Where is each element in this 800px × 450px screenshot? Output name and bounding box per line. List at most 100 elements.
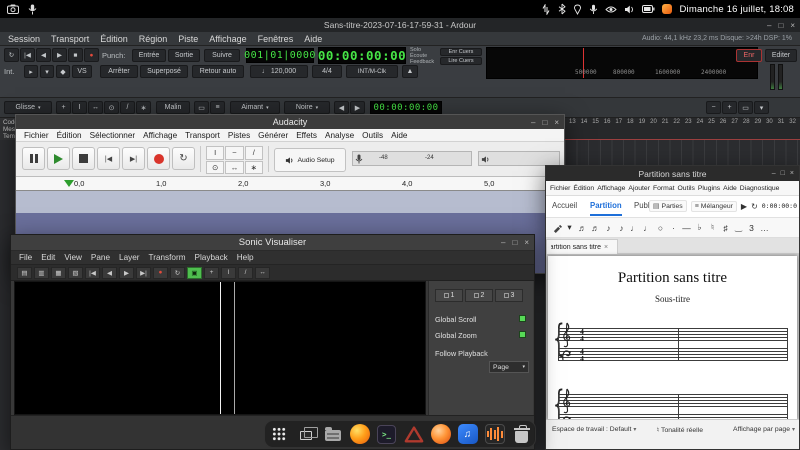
close-icon[interactable]: × <box>524 238 529 247</box>
menu-item[interactable]: Région <box>139 34 168 44</box>
bar-number-ruler[interactable]: 1314151617181920212223242526272829303132 <box>569 119 800 125</box>
duration-dropdown-icon[interactable]: ▾ <box>563 220 576 236</box>
playback-meter[interactable] <box>478 151 560 166</box>
document-tab[interactable]: Partition sans titre × <box>546 239 618 254</box>
pause-button[interactable] <box>22 147 45 170</box>
menu-item[interactable]: Fichier <box>550 185 570 192</box>
terminal-icon[interactable]: >_ <box>375 422 399 446</box>
workspace-selector[interactable]: Espace de travail : Default▾ <box>552 426 636 433</box>
vs-button[interactable]: VS <box>72 65 92 78</box>
app-grid-icon[interactable] <box>267 422 291 446</box>
loop-icon[interactable]: ↻ <box>751 202 758 211</box>
sixteenth-note-icon[interactable]: ♪ <box>602 220 615 236</box>
tempo-button[interactable]: ♩120,000 <box>250 65 308 78</box>
waveform-pane[interactable] <box>14 281 426 415</box>
menu-item[interactable]: Format <box>653 185 675 192</box>
trash-icon[interactable] <box>510 422 534 446</box>
audacity-titlebar[interactable]: Audacity –□× <box>16 115 564 129</box>
sonic-titlebar[interactable]: Sonic Visualiser –□× <box>11 235 534 251</box>
parties-button[interactable]: ▤Parties <box>649 200 687 212</box>
menu-item[interactable]: Outils <box>362 131 383 140</box>
global-scroll-checkbox[interactable] <box>519 315 526 322</box>
mini-timeline[interactable]: 500000 800000 1600000 2400000 <box>486 47 758 79</box>
rewind-icon[interactable]: ◀ <box>102 267 117 279</box>
draw-tool-icon[interactable]: / <box>120 101 135 114</box>
menu-item[interactable]: Aide <box>723 185 737 192</box>
pane-tab[interactable]: 2 <box>465 289 493 302</box>
range-tool-icon[interactable]: I <box>72 101 87 114</box>
eighth-note-icon[interactable]: ♪ <box>615 220 628 236</box>
monitor-option-icon[interactable]: ▸ <box>24 65 38 78</box>
open-icon[interactable]: ▥ <box>34 267 49 279</box>
selection-tool-icon[interactable]: I <box>206 146 224 160</box>
snap-mode-dropdown[interactable]: Aimant▾ <box>230 101 280 114</box>
menu-item[interactable]: Transport <box>185 131 220 140</box>
rewind-start-icon[interactable]: |◀ <box>85 267 100 279</box>
multi-tool-icon[interactable]: ∗ <box>245 161 263 175</box>
menu-item[interactable]: Transform <box>149 253 186 262</box>
treble-staff[interactable] <box>558 394 788 407</box>
metronome-icon[interactable]: ▲ <box>402 65 418 78</box>
sync-source-button[interactable]: INT/M-Clk <box>346 65 398 78</box>
primary-timecode-clock[interactable]: 00:00:00:00 <box>318 47 406 64</box>
editor-button[interactable]: Editer <box>765 49 797 62</box>
save-icon[interactable]: ▦ <box>51 267 66 279</box>
menu-item[interactable]: Session <box>8 34 40 44</box>
minimize-icon[interactable]: – <box>767 21 771 30</box>
audio-setup-button[interactable]: Audio Setup <box>274 148 346 172</box>
meter-button[interactable]: 4/4 <box>312 65 342 78</box>
play-icon[interactable]: ▶ <box>52 48 67 62</box>
menu-item[interactable]: Édition <box>57 131 82 140</box>
maximize-icon[interactable]: □ <box>542 118 547 127</box>
quarter-note-icon[interactable]: ♩ <box>628 220 641 236</box>
top-panel-right[interactable]: Dimanche 16 juillet, 18:08 <box>541 3 800 15</box>
monitor-option-icon[interactable]: ▾ <box>40 65 54 78</box>
menu-item[interactable]: Aide <box>391 131 407 140</box>
record-icon[interactable]: ● <box>84 48 99 62</box>
playback-time[interactable]: 0:00:00:0 <box>762 202 797 210</box>
trim-tool-icon[interactable]: ↔ <box>225 161 243 175</box>
menu-item[interactable]: Edit <box>41 253 55 262</box>
minimize-icon[interactable]: – <box>772 170 776 177</box>
close-icon[interactable]: × <box>790 21 795 30</box>
menu-item[interactable]: Affichage <box>209 34 246 44</box>
maximize-icon[interactable]: □ <box>778 21 783 30</box>
menu-item[interactable]: File <box>19 253 32 262</box>
grab-tool-icon[interactable]: + <box>56 101 71 114</box>
treble-staff[interactable] <box>558 328 788 341</box>
close-icon[interactable]: × <box>554 118 559 127</box>
ffwd-icon[interactable]: ▶| <box>136 267 151 279</box>
play-button[interactable] <box>47 147 70 170</box>
punch-out-button[interactable]: Sortie <box>168 49 200 62</box>
pane-icon[interactable]: ▣ <box>187 267 202 279</box>
loop-icon[interactable]: ↻ <box>4 48 19 62</box>
menu-item[interactable]: Pane <box>91 253 110 262</box>
menu-item[interactable]: Diagnostique <box>740 185 780 192</box>
goto-start-icon[interactable]: |◀ <box>20 48 35 62</box>
audacity-timeline-ruler[interactable]: 0,01,02,03,04,05,06,0 <box>16 177 564 191</box>
menu-item[interactable]: Édition <box>100 34 128 44</box>
menu-item[interactable]: Effets <box>296 131 317 140</box>
menu-item[interactable]: Transport <box>51 34 89 44</box>
rewind-icon[interactable]: ◀ <box>36 48 51 62</box>
zoom-out-icon[interactable]: − <box>706 101 721 114</box>
concert-pitch-toggle[interactable]: ♮Tonalité réelle <box>657 426 703 434</box>
cue-play-button[interactable]: Lire Cuers <box>440 57 482 65</box>
edit-tool-icon[interactable]: / <box>238 267 253 279</box>
maximize-icon[interactable]: □ <box>512 238 517 247</box>
more-icon[interactable]: … <box>758 220 771 236</box>
record-mode-stop-button[interactable]: Arrêter <box>100 65 138 78</box>
score-page[interactable]: Partition sans titre Sous-titre { 44 44 … <box>548 256 797 419</box>
stop-icon[interactable]: ■ <box>68 48 83 62</box>
zoom-tool-icon[interactable]: ⊙ <box>206 161 224 175</box>
global-zoom-checkbox[interactable] <box>519 331 526 338</box>
score-title[interactable]: Partition sans titre <box>548 270 797 287</box>
pane-tab[interactable]: 1 <box>435 289 463 302</box>
view-mode-selector[interactable]: Affichage par page▾ <box>733 426 795 433</box>
stop-button[interactable] <box>72 147 95 170</box>
zoom-in-icon[interactable]: + <box>722 101 737 114</box>
camera-icon[interactable] <box>7 4 19 14</box>
sonic-visualiser-icon[interactable] <box>483 422 507 446</box>
note-input-icon[interactable] <box>550 220 563 236</box>
tie-icon[interactable]: ‿ <box>732 220 745 236</box>
